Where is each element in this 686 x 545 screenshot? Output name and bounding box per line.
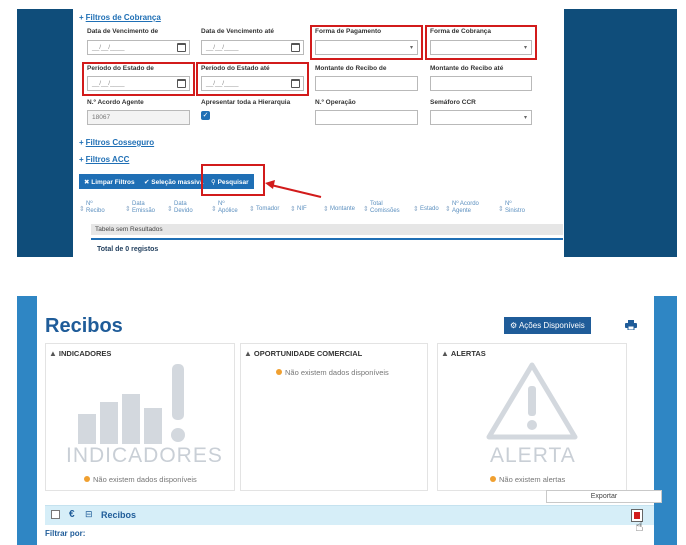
semaforo-ccr-select[interactable]: ▾ <box>430 110 532 125</box>
acordo-agente-input: 18067 <box>87 110 190 125</box>
column-header[interactable]: Total Comissões <box>370 201 400 215</box>
semaforo-ccr-label: Semáforo CCR <box>430 99 476 106</box>
exportar-tooltip: Exportar <box>546 490 662 503</box>
data-vencimento-de-input[interactable]: __/__/____ <box>87 40 190 55</box>
filtros-acc-link[interactable]: + Filtros ACC <box>79 155 129 164</box>
montante-recibo-de-label: Montante do Recibo de <box>315 65 387 72</box>
indicadores-header: ▲ INDICADORES <box>49 349 112 358</box>
indicadores-nodata: Não existem dados disponíveis <box>84 475 197 484</box>
data-vencimento-ate-input[interactable]: __/__/____ <box>201 40 304 55</box>
oportunidade-nodata: Não existem dados disponíveis <box>276 368 389 377</box>
bar-chart-icon <box>78 364 185 444</box>
page-title: Recibos <box>45 315 123 337</box>
highlight-forma-pagamento <box>310 25 423 60</box>
calendar-icon[interactable] <box>177 43 186 52</box>
filters-screenshot: + Filtros de Cobrança Data de Vencimento … <box>17 9 677 257</box>
status-dot <box>84 476 90 482</box>
alertas-header: ▲ ALERTAS <box>441 349 486 358</box>
montante-recibo-ate-label: Montante do Recibo até <box>430 65 504 72</box>
sort-icon[interactable]: ⇕ <box>290 205 296 213</box>
table-divider <box>91 238 563 240</box>
numero-operacao-label: N.º Operação <box>315 99 356 106</box>
column-header[interactable]: Estado <box>420 206 439 213</box>
warning-icon: ▲ <box>441 349 449 358</box>
filtrar-por-label: Filtrar por: <box>45 529 86 538</box>
column-header[interactable]: NIF <box>297 206 307 213</box>
apresentar-hierarquia-label: Apresentar toda a Hierarquia <box>201 99 291 106</box>
column-header[interactable]: Data Emissão <box>132 201 155 215</box>
check-icon: ✔ <box>144 179 150 186</box>
selecao-massiva-button[interactable]: ✔ Seleção massiva <box>139 174 209 189</box>
no-results-row: Tabela sem Resultados <box>91 224 563 235</box>
arrow-icon <box>265 180 322 198</box>
limpar-filtros-button[interactable]: ✖ Limpar Filtros <box>79 174 140 189</box>
recibos-bar-label: Recibos <box>101 510 137 520</box>
recibos-screenshot: Recibos ⚙ Ações Disponíveis ▲ INDICADORES… <box>17 296 677 545</box>
sort-icon[interactable]: ⇕ <box>323 205 329 213</box>
select-all-checkbox[interactable] <box>51 510 60 519</box>
acordo-agente-label: N.º Acordo Agente <box>87 99 144 106</box>
plus-icon: + <box>79 13 84 22</box>
column-header[interactable]: Nº Apólice <box>218 201 238 215</box>
column-header[interactable]: Nº Acordo Agente <box>452 201 479 215</box>
oportunidade-header: ▲ OPORTUNIDADE COMERCIAL <box>244 349 363 358</box>
column-header[interactable]: Nº Recibo <box>86 201 105 215</box>
alertas-nodata: Não existem alertas <box>490 475 565 484</box>
highlight-pesquisar <box>201 164 265 196</box>
sort-icon[interactable]: ⇕ <box>167 205 173 213</box>
hand-cursor-icon: ☝ <box>635 518 644 534</box>
recibos-toolbar: € ⊟ Recibos <box>45 505 654 525</box>
sort-icon[interactable]: ⇕ <box>445 205 451 213</box>
acoes-disponiveis-button[interactable]: ⚙ Ações Disponíveis <box>504 317 591 334</box>
column-header[interactable]: Tomador <box>256 206 279 213</box>
alertas-panel: ▲ ALERTAS ALERTA Não existem alertas <box>437 343 627 491</box>
sort-icon[interactable]: ⇕ <box>125 205 131 213</box>
currency-icon[interactable]: € <box>69 509 75 520</box>
plus-icon: + <box>79 155 84 164</box>
indicadores-panel: ▲ INDICADORES INDICADORES Não existem dad… <box>45 343 235 491</box>
indicadores-watermark: INDICADORES <box>66 444 223 467</box>
sort-icon[interactable]: ⇕ <box>498 205 504 213</box>
montante-recibo-de-input[interactable] <box>315 76 418 91</box>
numero-operacao-input[interactable] <box>315 110 418 125</box>
data-vencimento-ate-label: Data de Vencimento até <box>201 28 274 35</box>
print-icon[interactable] <box>625 320 637 330</box>
sort-icon[interactable]: ⇕ <box>211 205 217 213</box>
alert-triangle-icon <box>486 362 578 440</box>
oportunidade-panel: ▲ OPORTUNIDADE COMERCIAL Não existem dado… <box>240 343 428 491</box>
montante-recibo-ate-input[interactable] <box>430 76 532 91</box>
warning-icon: ▲ <box>49 349 57 358</box>
hierarquia-checkbox[interactable]: ✓ <box>201 111 210 120</box>
sort-icon[interactable]: ⇕ <box>413 205 419 213</box>
calendar-icon[interactable] <box>291 43 300 52</box>
column-header[interactable]: Montante <box>330 206 355 213</box>
highlight-periodo-estado-ate <box>196 62 309 96</box>
plus-icon: + <box>79 138 84 147</box>
sort-icon[interactable]: ⇕ <box>363 205 369 213</box>
status-dot <box>490 476 496 482</box>
filtros-cosseguro-link[interactable]: + Filtros Cosseguro <box>79 138 154 147</box>
status-dot <box>276 369 282 375</box>
filtros-cobranca-link[interactable]: + Filtros de Cobrança <box>79 13 161 22</box>
filters-panel: + Filtros de Cobrança Data de Vencimento … <box>73 9 564 257</box>
column-header[interactable]: Nº Sinistro <box>505 201 525 215</box>
data-vencimento-de-label: Data de Vencimento de <box>87 28 159 35</box>
alerta-watermark: ALERTA <box>490 444 576 467</box>
column-header[interactable]: Data Devido <box>174 201 193 215</box>
collapse-icon[interactable]: ⊟ <box>85 509 93 520</box>
chevron-down-icon: ▾ <box>523 115 527 121</box>
total-records: Total de 0 registos <box>97 246 159 253</box>
warning-icon: ▲ <box>244 349 252 358</box>
sort-icon[interactable]: ⇕ <box>249 205 255 213</box>
highlight-periodo-estado-de <box>82 62 195 96</box>
recibos-page: Recibos ⚙ Ações Disponíveis ▲ INDICADORES… <box>37 296 662 545</box>
highlight-forma-cobranca <box>425 25 537 60</box>
close-icon: ✖ <box>84 179 90 186</box>
gear-icon: ⚙ <box>510 321 518 330</box>
sort-icon[interactable]: ⇕ <box>79 205 85 213</box>
